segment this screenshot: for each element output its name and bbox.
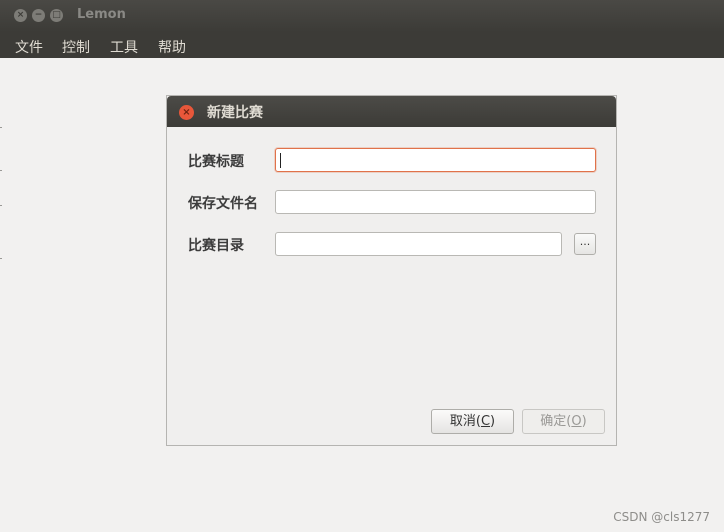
ok-button[interactable]: 确定(O)	[522, 409, 605, 434]
contest-dir-label: 比赛目录	[188, 238, 244, 254]
save-filename-input[interactable]	[275, 190, 596, 214]
contest-title-input[interactable]	[275, 148, 596, 172]
menu-control[interactable]: 控制	[62, 37, 90, 57]
window-close-icon[interactable]: ×	[14, 9, 27, 22]
dialog-title: 新建比赛	[207, 105, 263, 121]
dialog-titlebar: × 新建比赛	[167, 96, 616, 127]
save-filename-label: 保存文件名	[188, 196, 258, 212]
browse-button[interactable]: ...	[574, 233, 596, 255]
new-contest-dialog: × 新建比赛 比赛标题 保存文件名 比赛目录 ... 取消(C) 确定(O)	[166, 95, 617, 446]
window-maximize-icon[interactable]: □	[50, 9, 63, 22]
cancel-label: 取消(	[449, 414, 481, 429]
window-minimize-icon[interactable]: −	[32, 9, 45, 22]
dialog-close-icon[interactable]: ×	[179, 105, 194, 120]
cancel-button[interactable]: 取消(C)	[431, 409, 514, 434]
left-divider	[0, 258, 2, 259]
cancel-shortcut: C	[480, 414, 491, 429]
left-divider	[0, 205, 2, 206]
window-title: Lemon	[77, 7, 126, 22]
window-titlebar: × − □ Lemon	[0, 0, 724, 32]
menu-help[interactable]: 帮助	[158, 37, 186, 57]
ok-label-close: )	[581, 414, 587, 429]
menu-file[interactable]: 文件	[15, 37, 43, 57]
cancel-label-close: )	[490, 414, 496, 429]
menu-tools[interactable]: 工具	[110, 37, 138, 57]
contest-title-label: 比赛标题	[188, 154, 244, 170]
menubar: 文件 控制 工具 帮助	[0, 32, 724, 58]
left-divider	[0, 127, 2, 128]
ok-shortcut: O	[571, 414, 582, 429]
text-caret	[280, 153, 281, 168]
ok-label: 确定(	[540, 414, 572, 429]
contest-dir-input[interactable]	[275, 232, 562, 256]
watermark: CSDN @cls1277	[613, 510, 710, 524]
left-divider	[0, 170, 2, 171]
